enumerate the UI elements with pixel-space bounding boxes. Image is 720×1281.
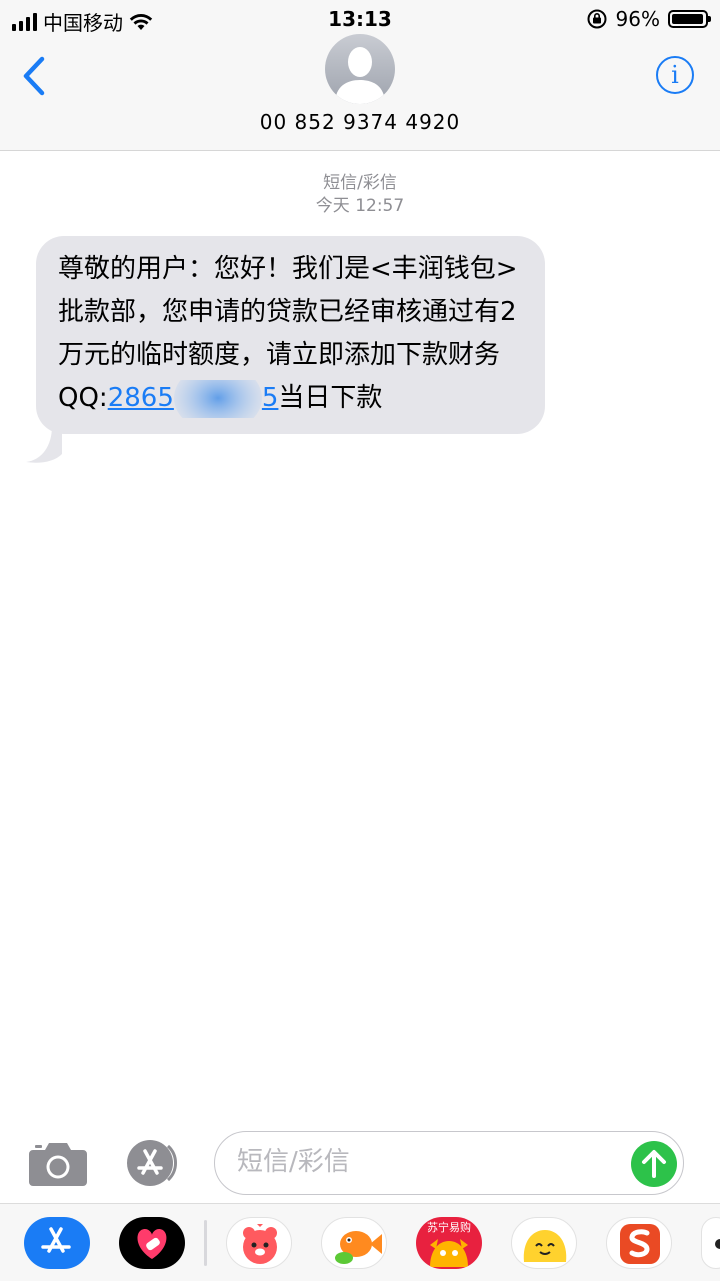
chevron-left-icon xyxy=(23,56,45,96)
message-text-end: 当日下款 xyxy=(278,383,383,413)
app-store-icon xyxy=(41,1227,71,1253)
more-apps-partial[interactable] xyxy=(701,1217,720,1269)
contact-avatar[interactable] xyxy=(325,34,395,104)
battery-level xyxy=(672,14,703,24)
back-button[interactable] xyxy=(18,56,54,96)
message-timestamp: 今天 12:57 xyxy=(315,196,405,216)
incoming-message-bubble[interactable]: 尊敬的用户：您好！我们是<丰润钱包>批款部，您申请的贷款已经审核通过有2万元的临… xyxy=(36,236,545,434)
bear-sticker-icon xyxy=(243,1224,277,1264)
conversation-header: 00 852 9374 4920 i xyxy=(0,34,720,151)
suning-label: 苏宁易购 xyxy=(427,1220,471,1234)
service-label: 短信/彩信 xyxy=(323,173,397,193)
contact-number[interactable]: 00 852 9374 4920 xyxy=(0,110,720,134)
heart-icon xyxy=(137,1229,167,1259)
yellow-face-sticker-app[interactable] xyxy=(511,1217,577,1269)
suning-icon: 苏宁易购 xyxy=(427,1220,471,1267)
qq-number-start: 2865 xyxy=(107,383,174,413)
fish-sticker-icon xyxy=(335,1231,382,1264)
redaction-blur xyxy=(173,379,262,418)
imessage-app-drawer: 苏宁易购 xyxy=(0,1203,720,1281)
qq-number-link[interactable]: 2865 5 xyxy=(107,379,279,418)
bear-sticker-app[interactable] xyxy=(226,1217,292,1269)
send-arrow-icon xyxy=(642,1150,666,1178)
info-button[interactable]: i xyxy=(656,56,694,94)
status-right: 96% xyxy=(586,7,711,31)
app-store-app[interactable] xyxy=(24,1217,90,1269)
info-icon: i xyxy=(671,61,679,89)
partial-app-icon xyxy=(715,1239,720,1249)
app-store-icon xyxy=(127,1140,178,1186)
bubble-tail xyxy=(26,426,62,463)
qq-number-end: 5 xyxy=(261,383,279,413)
message-input[interactable]: 短信/彩信 xyxy=(214,1131,684,1195)
compose-bar: 短信/彩信 xyxy=(0,1130,720,1200)
battery-icon xyxy=(668,10,711,28)
orientation-lock-icon xyxy=(587,9,607,29)
digital-touch-app[interactable] xyxy=(119,1217,185,1269)
sogou-app[interactable] xyxy=(606,1217,672,1269)
suning-app[interactable]: 苏宁易购 xyxy=(416,1217,482,1269)
person-silhouette-icon xyxy=(335,47,385,104)
send-button[interactable] xyxy=(631,1141,677,1187)
sogou-icon xyxy=(620,1224,660,1264)
message-meta: 短信/彩信 今天 12:57 xyxy=(0,172,720,218)
camera-icon xyxy=(29,1143,87,1186)
apps-button[interactable] xyxy=(122,1138,184,1188)
camera-button[interactable] xyxy=(29,1140,87,1186)
battery-percent: 96% xyxy=(615,7,660,31)
fish-sticker-app[interactable] xyxy=(321,1217,387,1269)
yellow-face-icon xyxy=(523,1230,567,1262)
drawer-divider xyxy=(204,1220,207,1266)
